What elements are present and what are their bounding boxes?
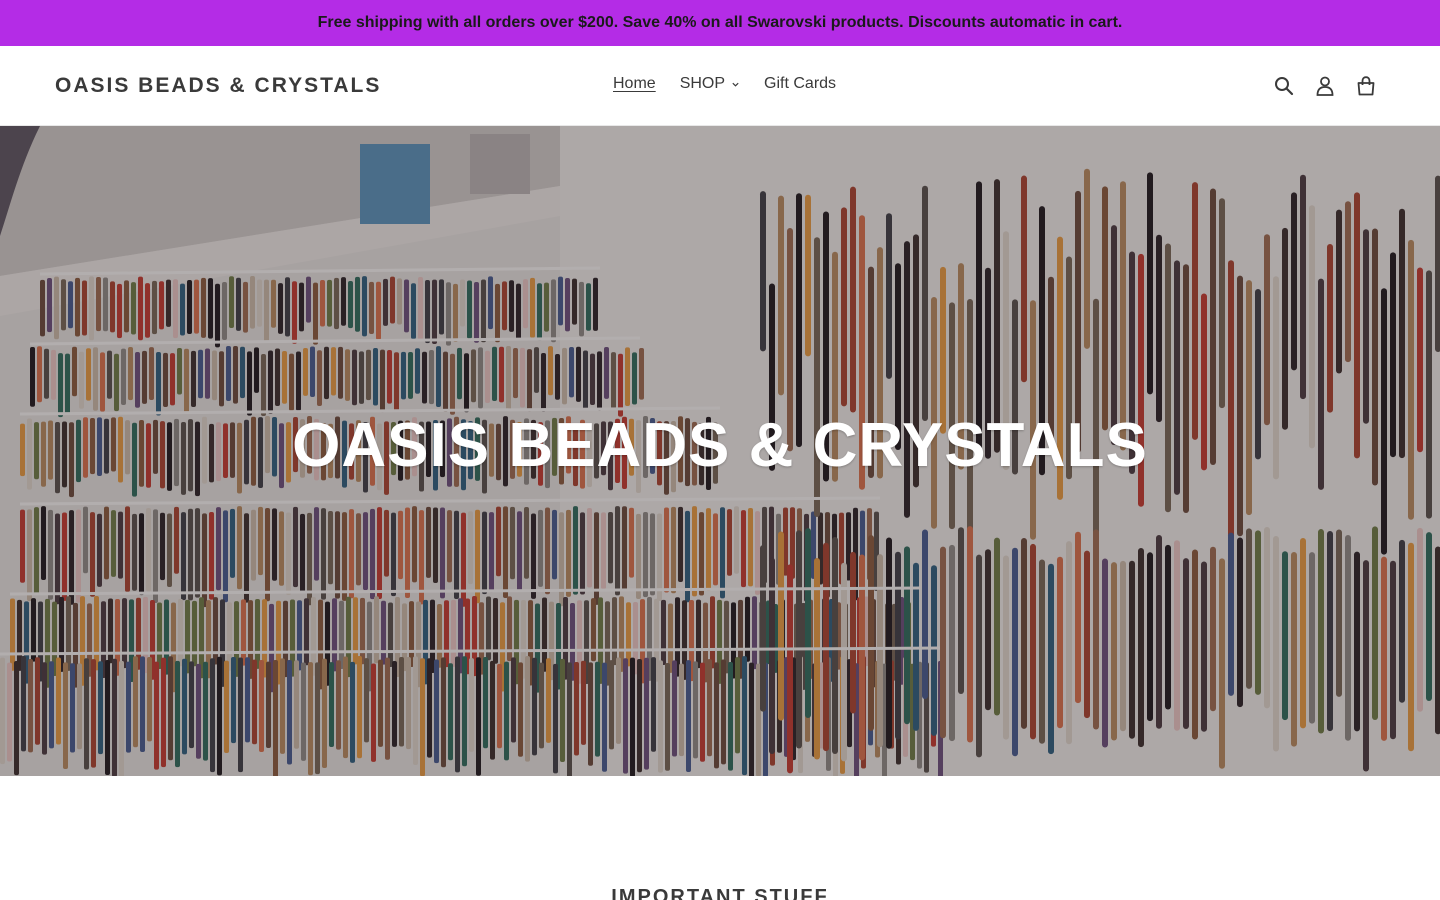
nav-gift-cards[interactable]: Gift Cards xyxy=(764,75,836,93)
announcement-text: Free shipping with all orders over $200.… xyxy=(317,14,1123,31)
announcement-bar: Free shipping with all orders over $200.… xyxy=(0,0,1440,46)
nav-home[interactable]: Home xyxy=(613,75,656,93)
account-button[interactable] xyxy=(1313,74,1337,98)
nav-home-label: Home xyxy=(613,75,656,92)
search-button[interactable] xyxy=(1272,74,1296,98)
cart-button[interactable] xyxy=(1354,74,1378,98)
main-nav: Home SHOP Gift Cards xyxy=(613,75,860,93)
search-icon xyxy=(1275,77,1294,96)
site-header: OASIS BEADS & CRYSTALS Home SHOP Gift Ca… xyxy=(0,46,1440,126)
nav-gift-cards-label: Gift Cards xyxy=(764,75,837,92)
header-icons xyxy=(1255,74,1378,98)
cart-icon xyxy=(1357,76,1375,96)
chevron-down-icon xyxy=(732,82,739,87)
hero-banner: OASIS BEADS & CRYSTALS xyxy=(0,126,1440,776)
hero-title: OASIS BEADS & CRYSTALS xyxy=(292,411,1148,480)
nav-shop[interactable]: SHOP xyxy=(680,75,740,93)
site-logo[interactable]: OASIS BEADS & CRYSTALS xyxy=(55,74,381,98)
nav-shop-label: SHOP xyxy=(679,75,726,92)
account-icon xyxy=(1316,76,1334,96)
section-title: IMPORTANT STUFF xyxy=(611,886,829,900)
